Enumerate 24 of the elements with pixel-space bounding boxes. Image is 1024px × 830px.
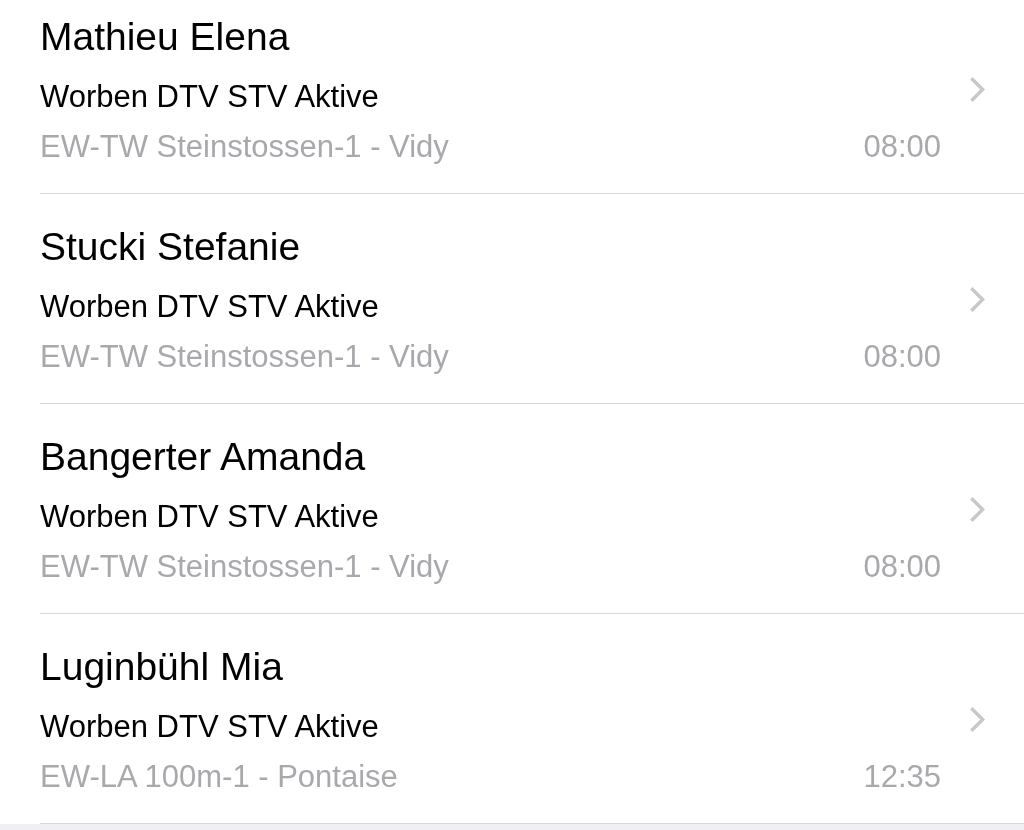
start-time: 08:00 [863,128,941,166]
list-row[interactable]: Bangerter Amanda Worben DTV STV Aktive EW-TW Steinstossen-1 - Vidy 08:00 [40,404,1024,614]
event-label: EW-TW Steinstossen-1 - Vidy [40,128,449,166]
team-name: Worben DTV STV Aktive [40,708,380,746]
event-label: EW-TW Steinstossen-1 - Vidy [40,548,449,586]
list-row[interactable]: Luginbühl Mia Worben DTV STV Aktive EW-LA 100m-1 - Pontaise 12:35 [40,614,1024,824]
chevron-right-icon [969,496,985,523]
team-name: Worben DTV STV Aktive [40,498,380,536]
start-time: 12:35 [863,758,941,796]
start-time: 08:00 [863,338,941,376]
start-time: 08:00 [863,548,941,586]
chevron-right-icon [969,76,985,103]
team-name: Worben DTV STV Aktive [40,78,380,116]
athlete-name: Bangerter Amanda [40,434,367,480]
chevron-right-icon [969,706,985,733]
athlete-name: Luginbühl Mia [40,644,284,690]
event-label: EW-TW Steinstossen-1 - Vidy [40,338,449,376]
list-row[interactable]: Stucki Stefanie Worben DTV STV Aktive EW-TW Steinstossen-1 - Vidy 08:00 [40,194,1024,404]
athlete-name: Mathieu Elena [40,14,291,60]
athlete-name: Stucki Stefanie [40,224,302,270]
event-label: EW-LA 100m-1 - Pontaise [40,758,398,796]
list-row[interactable]: Mathieu Elena Worben DTV STV Aktive EW-TW Steinstossen-1 - Vidy 08:00 [40,0,1024,194]
chevron-right-icon [969,286,985,313]
team-name: Worben DTV STV Aktive [40,288,380,326]
